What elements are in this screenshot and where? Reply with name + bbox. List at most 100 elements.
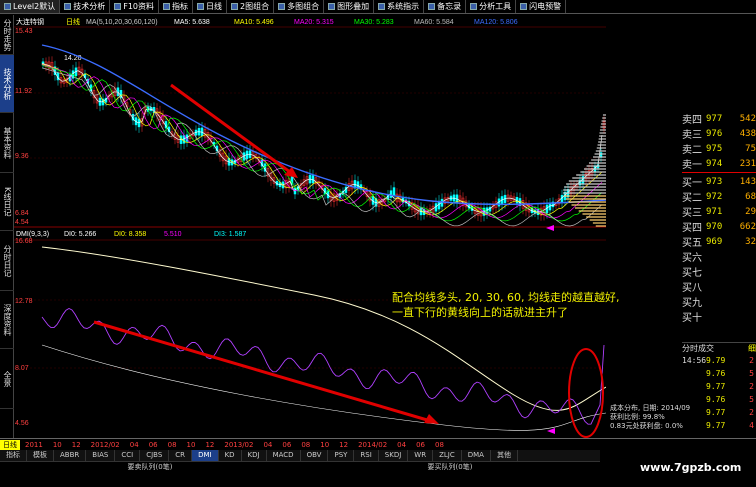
sell-queue[interactable]: 要卖队列(0笔) (0, 462, 300, 472)
period-badge: 日线 (0, 439, 20, 450)
buy-row-2[interactable]: 买三 971 29 (682, 204, 756, 220)
sell-row-2[interactable]: 卖二 975 75 (682, 141, 756, 157)
menu-item-9[interactable]: 备忘录 (424, 0, 467, 13)
buy-label: 买五 (682, 238, 702, 249)
left-tab-1[interactable]: 技术分析 (0, 55, 14, 113)
indicator-tab-11[interactable]: OBV (301, 450, 329, 461)
buy-label: 买七 (682, 268, 702, 279)
ma120-line (41, 44, 607, 206)
indicator-tab-17[interactable]: DMA (462, 450, 491, 461)
buy-label: 买三 (682, 208, 702, 219)
indicator-tab-0[interactable]: 指标 (0, 450, 27, 461)
sell-row-3[interactable]: 卖一 974 231 (682, 156, 756, 172)
stock-chart[interactable]: 大连特钢 日线 MA(5,10,20,30,60,120) MA5: 5.638… (14, 15, 607, 438)
menu-item-1[interactable]: 技术分析 (60, 0, 111, 13)
cost-line-2: 获利比例: 99.8% (610, 413, 665, 421)
left-tab-3[interactable]: K线日记 (0, 173, 14, 231)
menu-item-7[interactable]: 图形叠加 (324, 0, 375, 13)
indicator-tab-16[interactable]: ZLJC (433, 450, 462, 461)
left-tab-5[interactable]: 深度资料 (0, 291, 14, 349)
sell-row-0[interactable]: 卖四 977 542 (682, 111, 756, 127)
indicator-tab-6[interactable]: CR (169, 450, 193, 461)
bottom-bar (0, 472, 756, 487)
stock-name: 大连特钢 (16, 17, 44, 26)
indicator-tab-5[interactable]: CJBS (140, 450, 170, 461)
indicator-tab-18[interactable]: 其他 (491, 450, 518, 461)
menu-item-2[interactable]: F10资料 (110, 0, 159, 13)
menu-label: 闪电预警 (529, 2, 562, 11)
buy-row-5[interactable]: 买六 (682, 249, 756, 264)
buy-label: 买一 (682, 178, 702, 189)
y-label-bottom-2: 8.07 (15, 365, 29, 372)
buy-label: 买十 (682, 313, 702, 324)
trades-detail-link[interactable]: 细 (748, 343, 756, 353)
buy-row-4[interactable]: 买五 969 32 (682, 234, 756, 250)
buy-row-9[interactable]: 买十 (682, 309, 756, 324)
y-label-top-2: 9.36 (15, 153, 29, 160)
trade-volume: 2 (749, 382, 754, 391)
buy-volume: 143 (739, 176, 756, 187)
buy-row-7[interactable]: 买八 (682, 279, 756, 294)
indicator-tabs: 指标 模板 ABBR BIAS CCI CJBS CR DMI KD KDJ MACD OBV PSY R… (0, 450, 600, 461)
buy-row-6[interactable]: 买七 (682, 264, 756, 279)
menu-label: 系统指示 (387, 2, 420, 11)
date-tick-17: 06 (416, 440, 426, 449)
indicator-tab-4[interactable]: CCI (115, 450, 141, 461)
left-tab-0[interactable]: 分时走势 (0, 15, 14, 55)
buy-row-3[interactable]: 买四 970 662 (682, 219, 756, 235)
sell-label: 卖三 (682, 130, 702, 141)
trade-volume: 5 (749, 369, 754, 378)
buy-volume: 662 (739, 221, 756, 232)
indicator-tab-13[interactable]: RSI (354, 450, 379, 461)
date-tick-3: 2012/02 (90, 440, 120, 449)
menu-item-8[interactable]: 系统指示 (374, 0, 425, 13)
left-tab-4[interactable]: 分时日记 (0, 231, 14, 291)
menu-item-0[interactable]: Level2默认 (0, 0, 61, 13)
candle-body (392, 187, 396, 196)
indicator-tab-10[interactable]: MACD (267, 450, 301, 461)
menu-icon (231, 3, 238, 10)
menu-item-3[interactable]: 指标 (159, 0, 193, 13)
annotation-text: 配合均线多头, 20, 30, 60, 均线走的越直越好, 一直下行的黄线向上的… (392, 290, 677, 320)
menu-item-4[interactable]: 日线 (193, 0, 227, 13)
indicator-tab-9[interactable]: KDJ (242, 450, 267, 461)
sell-row-1[interactable]: 卖三 976 438 (682, 126, 756, 142)
indicator-tab-8[interactable]: KD (219, 450, 242, 461)
indicator-tab-1[interactable]: 模板 (27, 450, 54, 461)
indicator-value-1: DI0: 8.358 (114, 231, 146, 238)
y-label-bottom-3: 4.56 (15, 420, 29, 427)
sell-volume: 231 (739, 158, 756, 169)
menu-item-5[interactable]: 2图组合 (227, 0, 275, 13)
date-tick-10: 04 (263, 440, 273, 449)
buy-row-0[interactable]: 买一 973 143 (682, 174, 756, 190)
ma-value-3: MA30: 5.283 (354, 19, 394, 26)
y-label-bottom-1: 12.78 (15, 298, 33, 305)
cost-line-3: 0.83元处获利盘: 0.0% (610, 422, 683, 430)
indicator-tab-3[interactable]: BIAS (86, 450, 116, 461)
indicator-tab-12[interactable]: PSY (328, 450, 355, 461)
left-tab-2[interactable]: 基本资料 (0, 113, 14, 173)
trade-price: 9.76 (706, 395, 726, 404)
indicator-line-thin (41, 344, 607, 431)
indicator-tab-2[interactable]: ABBR (54, 450, 87, 461)
menu-item-10[interactable]: 分析工具 (466, 0, 517, 13)
indicator-tab-15[interactable]: WR (408, 450, 434, 461)
indicator-line-purple (41, 307, 605, 425)
top-menu-bar: Level2默认 技术分析 F10资料 指标 日线 2图组合 多图组合 图形叠加 系统指示 备忘录… (0, 0, 756, 14)
indicator-tab-14[interactable]: SKDJ (379, 450, 409, 461)
buy-queue[interactable]: 要买队列(0笔) (300, 462, 600, 472)
buy-row-8[interactable]: 买九 (682, 294, 756, 309)
date-tick-18: 08 (435, 440, 444, 449)
indicator-tab-7[interactable]: DMI (192, 450, 219, 461)
menu-item-11[interactable]: 闪电预警 (516, 0, 567, 13)
queue-bar: 要卖队列(0笔) 要买队列(0笔) (0, 461, 600, 472)
buy-row-1[interactable]: 买二 972 68 (682, 189, 756, 205)
chart-area[interactable]: 大连特钢 日线 MA(5,10,20,30,60,120) MA5: 5.638… (14, 15, 607, 438)
annotation-line-2: 一直下行的黄线向上的话就进主升了 (392, 306, 568, 319)
sell-volume: 542 (739, 113, 756, 124)
sell-volume: 75 (745, 143, 756, 154)
date-tick-8: 12 (205, 440, 215, 449)
menu-item-6[interactable]: 多图组合 (274, 0, 325, 13)
watermark: www.7gpzb.com (640, 461, 742, 474)
left-tab-6[interactable]: 全景 (0, 349, 14, 409)
